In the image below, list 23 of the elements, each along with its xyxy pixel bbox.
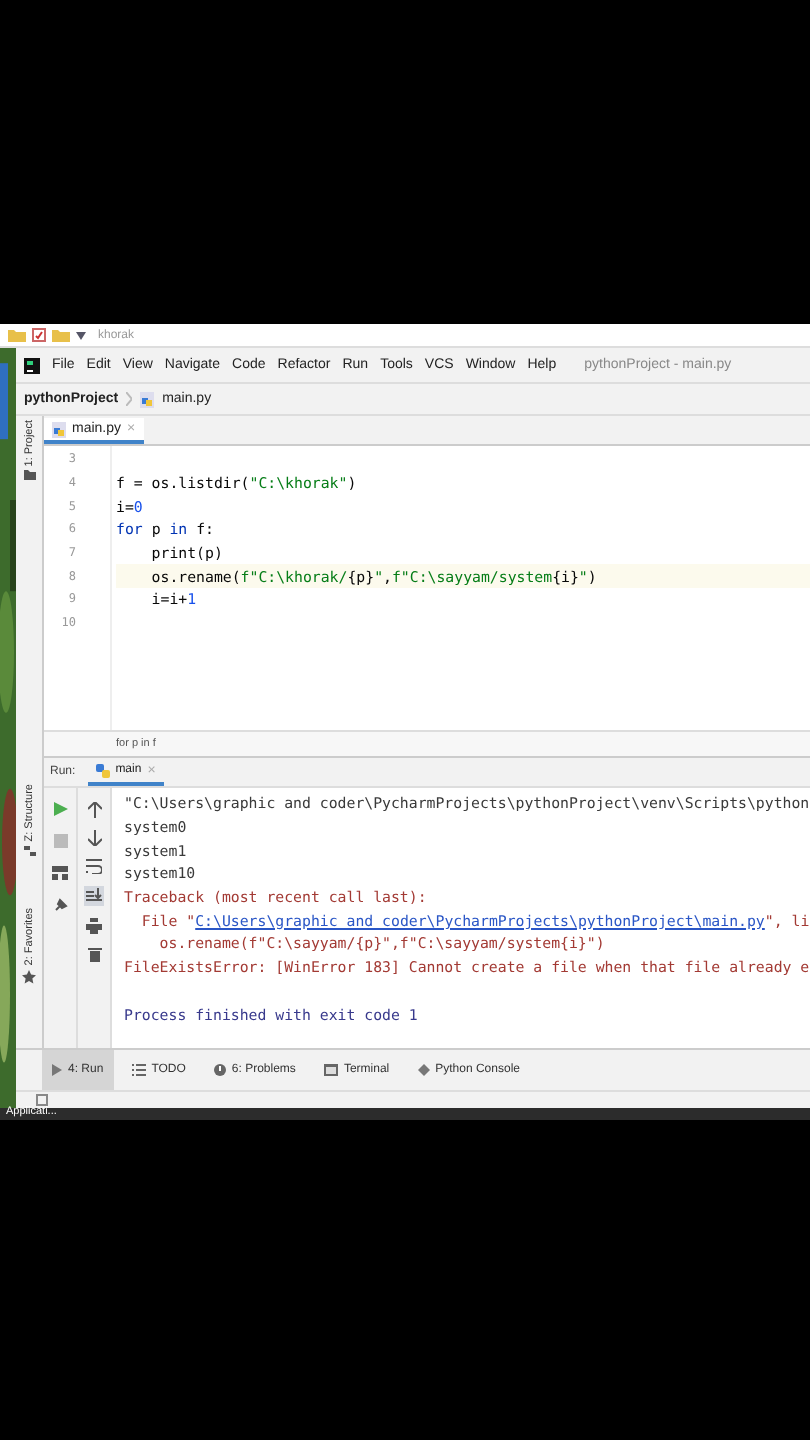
play-icon — [52, 1064, 62, 1076]
star-icon — [22, 969, 36, 984]
scroll-to-end-icon[interactable] — [84, 886, 104, 906]
folder-icon — [52, 328, 70, 342]
structure-icon — [23, 845, 35, 856]
terminal-icon — [323, 1064, 338, 1076]
app-logo-icon — [24, 357, 40, 373]
chevron-icon — [126, 392, 133, 406]
trash-icon[interactable] — [87, 946, 101, 962]
warning-icon — [213, 1064, 226, 1076]
list-icon — [131, 1064, 146, 1076]
caret-icon[interactable] — [76, 331, 86, 339]
print-icon[interactable] — [86, 918, 102, 934]
python-file-icon — [52, 421, 66, 437]
down-arrow-icon[interactable] — [87, 830, 101, 846]
python-file-icon — [140, 391, 155, 407]
layout-icon[interactable] — [52, 866, 68, 880]
folder-icon — [8, 328, 26, 342]
pin-icon[interactable] — [53, 898, 67, 912]
folder-icon — [23, 470, 35, 481]
wrap-icon[interactable] — [86, 858, 102, 874]
status-icon[interactable] — [36, 1094, 48, 1106]
up-arrow-icon[interactable] — [87, 802, 101, 818]
